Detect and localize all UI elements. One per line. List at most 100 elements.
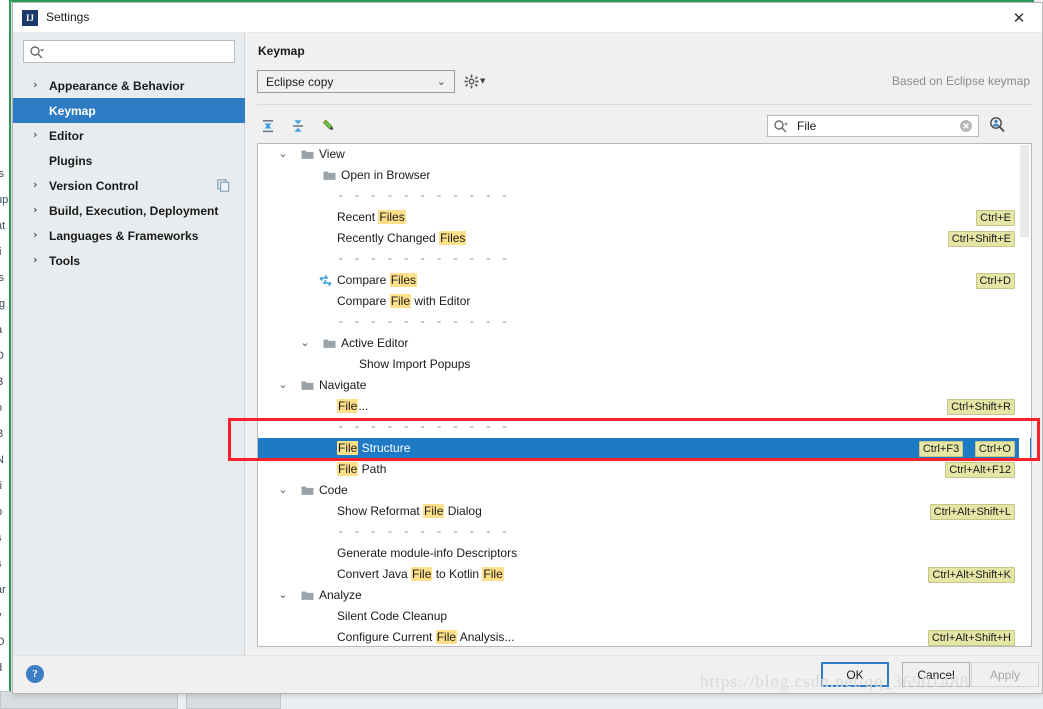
shortcut-badge: Ctrl+D <box>975 273 1015 289</box>
sidebar-item-languages-frameworks[interactable]: › Languages & Frameworks <box>13 223 245 248</box>
keymap-scheme-select[interactable]: Eclipse copy ⌄ <box>257 70 455 93</box>
tree-group-row[interactable]: ⌄ Navigate <box>258 375 1031 396</box>
settings-search-input[interactable] <box>23 40 235 63</box>
background-text-fragment: s <box>0 558 2 570</box>
label-text: ... <box>358 399 369 413</box>
expand-all-button[interactable] <box>257 115 279 137</box>
background-text-fragment: ri <box>0 480 3 492</box>
tree-group-label: Code <box>319 483 348 497</box>
chevron-right-icon: › <box>33 203 38 216</box>
tree-action-label: Compare File with Editor <box>337 294 470 309</box>
sidebar-item-label: Tools <box>49 253 81 268</box>
close-icon[interactable]: ✕ <box>996 3 1042 33</box>
settings-search-field[interactable] <box>48 44 228 59</box>
shortcut-badge: Ctrl+Alt+Shift+H <box>927 630 1015 646</box>
tree-group-row[interactable]: Open in Browser <box>258 165 1031 186</box>
settings-nav-list: › Appearance & Behavior Keymap › Editor Plugi… <box>13 73 245 273</box>
background-text-fragment: v <box>0 610 2 622</box>
chevron-right-icon: › <box>33 253 38 266</box>
tree-action-row[interactable]: Compare File with Editor <box>258 291 1031 312</box>
settings-dialog: IJ Settings ✕ › Appearance & Behavior Keym… <box>12 2 1043 694</box>
label-text: Show Import Popups <box>359 357 471 371</box>
apply-button[interactable]: Apply <box>971 662 1039 687</box>
gear-icon <box>464 74 479 88</box>
shortcut-badge: Ctrl+Alt+F12 <box>945 462 1015 478</box>
tree-group-row[interactable]: ⌄ Code <box>258 480 1031 501</box>
sidebar-item-appearance-behavior[interactable]: › Appearance & Behavior <box>13 73 245 98</box>
tree-action-row[interactable]: Configure Current File Analysis... Ctrl+A… <box>258 627 1031 646</box>
tree-scrollbar-thumb[interactable] <box>1020 145 1029 237</box>
tree-action-row[interactable]: Generate module-info Descriptors <box>258 543 1031 564</box>
dialog-body: › Appearance & Behavior Keymap › Editor Plugi… <box>13 33 1042 657</box>
tree-action-row[interactable]: Show Import Popups <box>258 354 1031 375</box>
tree-action-label: Compare Files <box>337 273 418 288</box>
tree-action-label: Recent Files <box>337 210 406 225</box>
chevron-down-icon[interactable]: ⌄ <box>277 379 289 391</box>
sidebar-item-editor[interactable]: › Editor <box>13 123 245 148</box>
chevron-right-icon: › <box>33 178 38 191</box>
keymap-actions-tree[interactable]: ⌄ View Open in Browser - - - - - - - - - - … <box>257 143 1032 647</box>
chevron-down-icon: ⌄ <box>436 75 446 88</box>
tree-group-row[interactable]: ⌄ Analyze <box>258 585 1031 606</box>
sidebar-item-keymap[interactable]: Keymap <box>13 98 245 123</box>
edit-shortcut-button[interactable] <box>318 115 340 137</box>
search-icon <box>29 45 44 60</box>
tree-action-row[interactable]: File... Ctrl+Shift+R <box>258 396 1031 417</box>
edit-shortcut-icon <box>322 119 334 131</box>
sidebar-item-label: Languages & Frameworks <box>49 228 199 243</box>
tree-action-label: Show Import Popups <box>359 357 470 372</box>
expand-all-icon <box>263 120 273 133</box>
sidebar-item-plugins[interactable]: Plugins <box>13 148 245 173</box>
sidebar-item-version-control[interactable]: › Version Control <box>13 173 245 198</box>
collapse-all-button[interactable] <box>287 115 309 137</box>
chevron-down-icon[interactable]: ⌄ <box>277 148 289 160</box>
folder-icon <box>301 149 314 160</box>
sidebar-item-build-execution-deployment[interactable]: › Build, Execution, Deployment <box>13 198 245 223</box>
chevron-down-icon[interactable]: ⌄ <box>299 337 311 349</box>
tree-action-row[interactable]: File Path Ctrl+Alt+F12 <box>258 459 1031 480</box>
match-highlight: File <box>482 567 504 581</box>
tree-scrollbar[interactable] <box>1019 145 1030 646</box>
background-text-fragment: is <box>0 168 4 180</box>
cancel-button[interactable]: Cancel <box>902 662 970 687</box>
tree-group-label: Analyze <box>319 588 362 602</box>
keymap-tree-rows: ⌄ View Open in Browser - - - - - - - - - - … <box>258 144 1031 646</box>
divider <box>257 104 1032 105</box>
help-icon[interactable]: ? <box>26 665 44 683</box>
background-text-fragment: B <box>0 376 3 388</box>
label-text: Compare <box>337 273 390 287</box>
clear-circle-icon[interactable] <box>959 119 973 133</box>
label-text: Path <box>358 462 387 476</box>
background-text-fragment: is <box>0 272 4 284</box>
tree-action-label: Recently Changed Files <box>337 231 467 246</box>
tree-action-label: Show Reformat File Dialog <box>337 504 482 519</box>
background-text-fragment: o <box>0 402 2 414</box>
tree-group-row[interactable]: ⌄ Active Editor <box>258 333 1031 354</box>
dialog-titlebar: IJ Settings ✕ <box>13 3 1042 33</box>
tree-action-row[interactable]: Show Reformat File Dialog Ctrl+Alt+Shift+… <box>258 501 1031 522</box>
tree-action-row[interactable]: Silent Code Cleanup <box>258 606 1031 627</box>
background-text-fragment: fi <box>0 246 2 258</box>
tree-action-row[interactable]: Recently Changed Files Ctrl+Shift+E <box>258 228 1031 249</box>
dialog-title: Settings <box>46 10 90 24</box>
tree-action-label: File Structure <box>337 441 410 456</box>
chevron-down-icon[interactable]: ⌄ <box>277 589 289 601</box>
keymap-settings-gear-button[interactable]: ▼ <box>464 72 488 90</box>
label-text: Analysis... <box>457 630 515 644</box>
label-text: Compare <box>337 294 390 308</box>
tree-action-row[interactable]: Convert Java File to Kotlin File Ctrl+Alt… <box>258 564 1031 585</box>
tree-group-row[interactable]: ⌄ View <box>258 144 1031 165</box>
sidebar-item-label: Appearance & Behavior <box>49 78 185 93</box>
background-text-fragment: d <box>0 662 2 674</box>
tree-action-row[interactable]: File Structure Ctrl+O Ctrl+F3 <box>258 438 1031 459</box>
tree-action-row[interactable]: Recent Files Ctrl+E <box>258 207 1031 228</box>
shortcut-badge: Ctrl+Shift+R <box>947 399 1015 415</box>
sidebar-item-tools[interactable]: › Tools <box>13 248 245 273</box>
find-by-shortcut-button[interactable] <box>987 115 1009 137</box>
keymap-filter-input[interactable]: File <box>767 115 979 137</box>
shortcut-badge: Ctrl+O <box>974 441 1015 457</box>
ok-button[interactable]: OK <box>821 662 889 687</box>
chevron-down-icon[interactable]: ⌄ <box>277 484 289 496</box>
intellij-idea-icon: IJ <box>22 10 38 26</box>
tree-action-row[interactable]: Compare Files Ctrl+D <box>258 270 1031 291</box>
